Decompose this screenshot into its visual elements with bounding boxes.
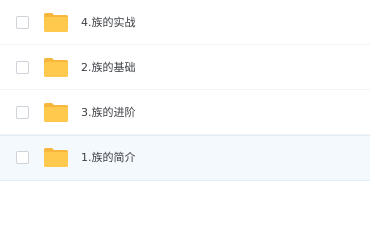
row-checkbox[interactable] (16, 61, 29, 74)
file-name[interactable]: 3.族的进阶 (81, 105, 136, 120)
row-checkbox[interactable] (16, 16, 29, 29)
folder-icon (44, 103, 68, 122)
list-item[interactable]: 2.族的基础 (0, 46, 370, 90)
file-name[interactable]: 4.族的实战 (81, 15, 136, 30)
folder-icon (44, 148, 68, 167)
folder-icon (44, 13, 68, 32)
list-item[interactable]: 1.族的简介 (0, 135, 370, 181)
row-checkbox[interactable] (16, 151, 29, 164)
list-item[interactable]: 4.族的实战 (0, 1, 370, 45)
folder-icon (44, 58, 68, 77)
file-name[interactable]: 1.族的简介 (81, 150, 136, 165)
list-item[interactable]: 3.族的进阶 (0, 91, 370, 135)
file-name[interactable]: 2.族的基础 (81, 60, 136, 75)
row-checkbox[interactable] (16, 106, 29, 119)
